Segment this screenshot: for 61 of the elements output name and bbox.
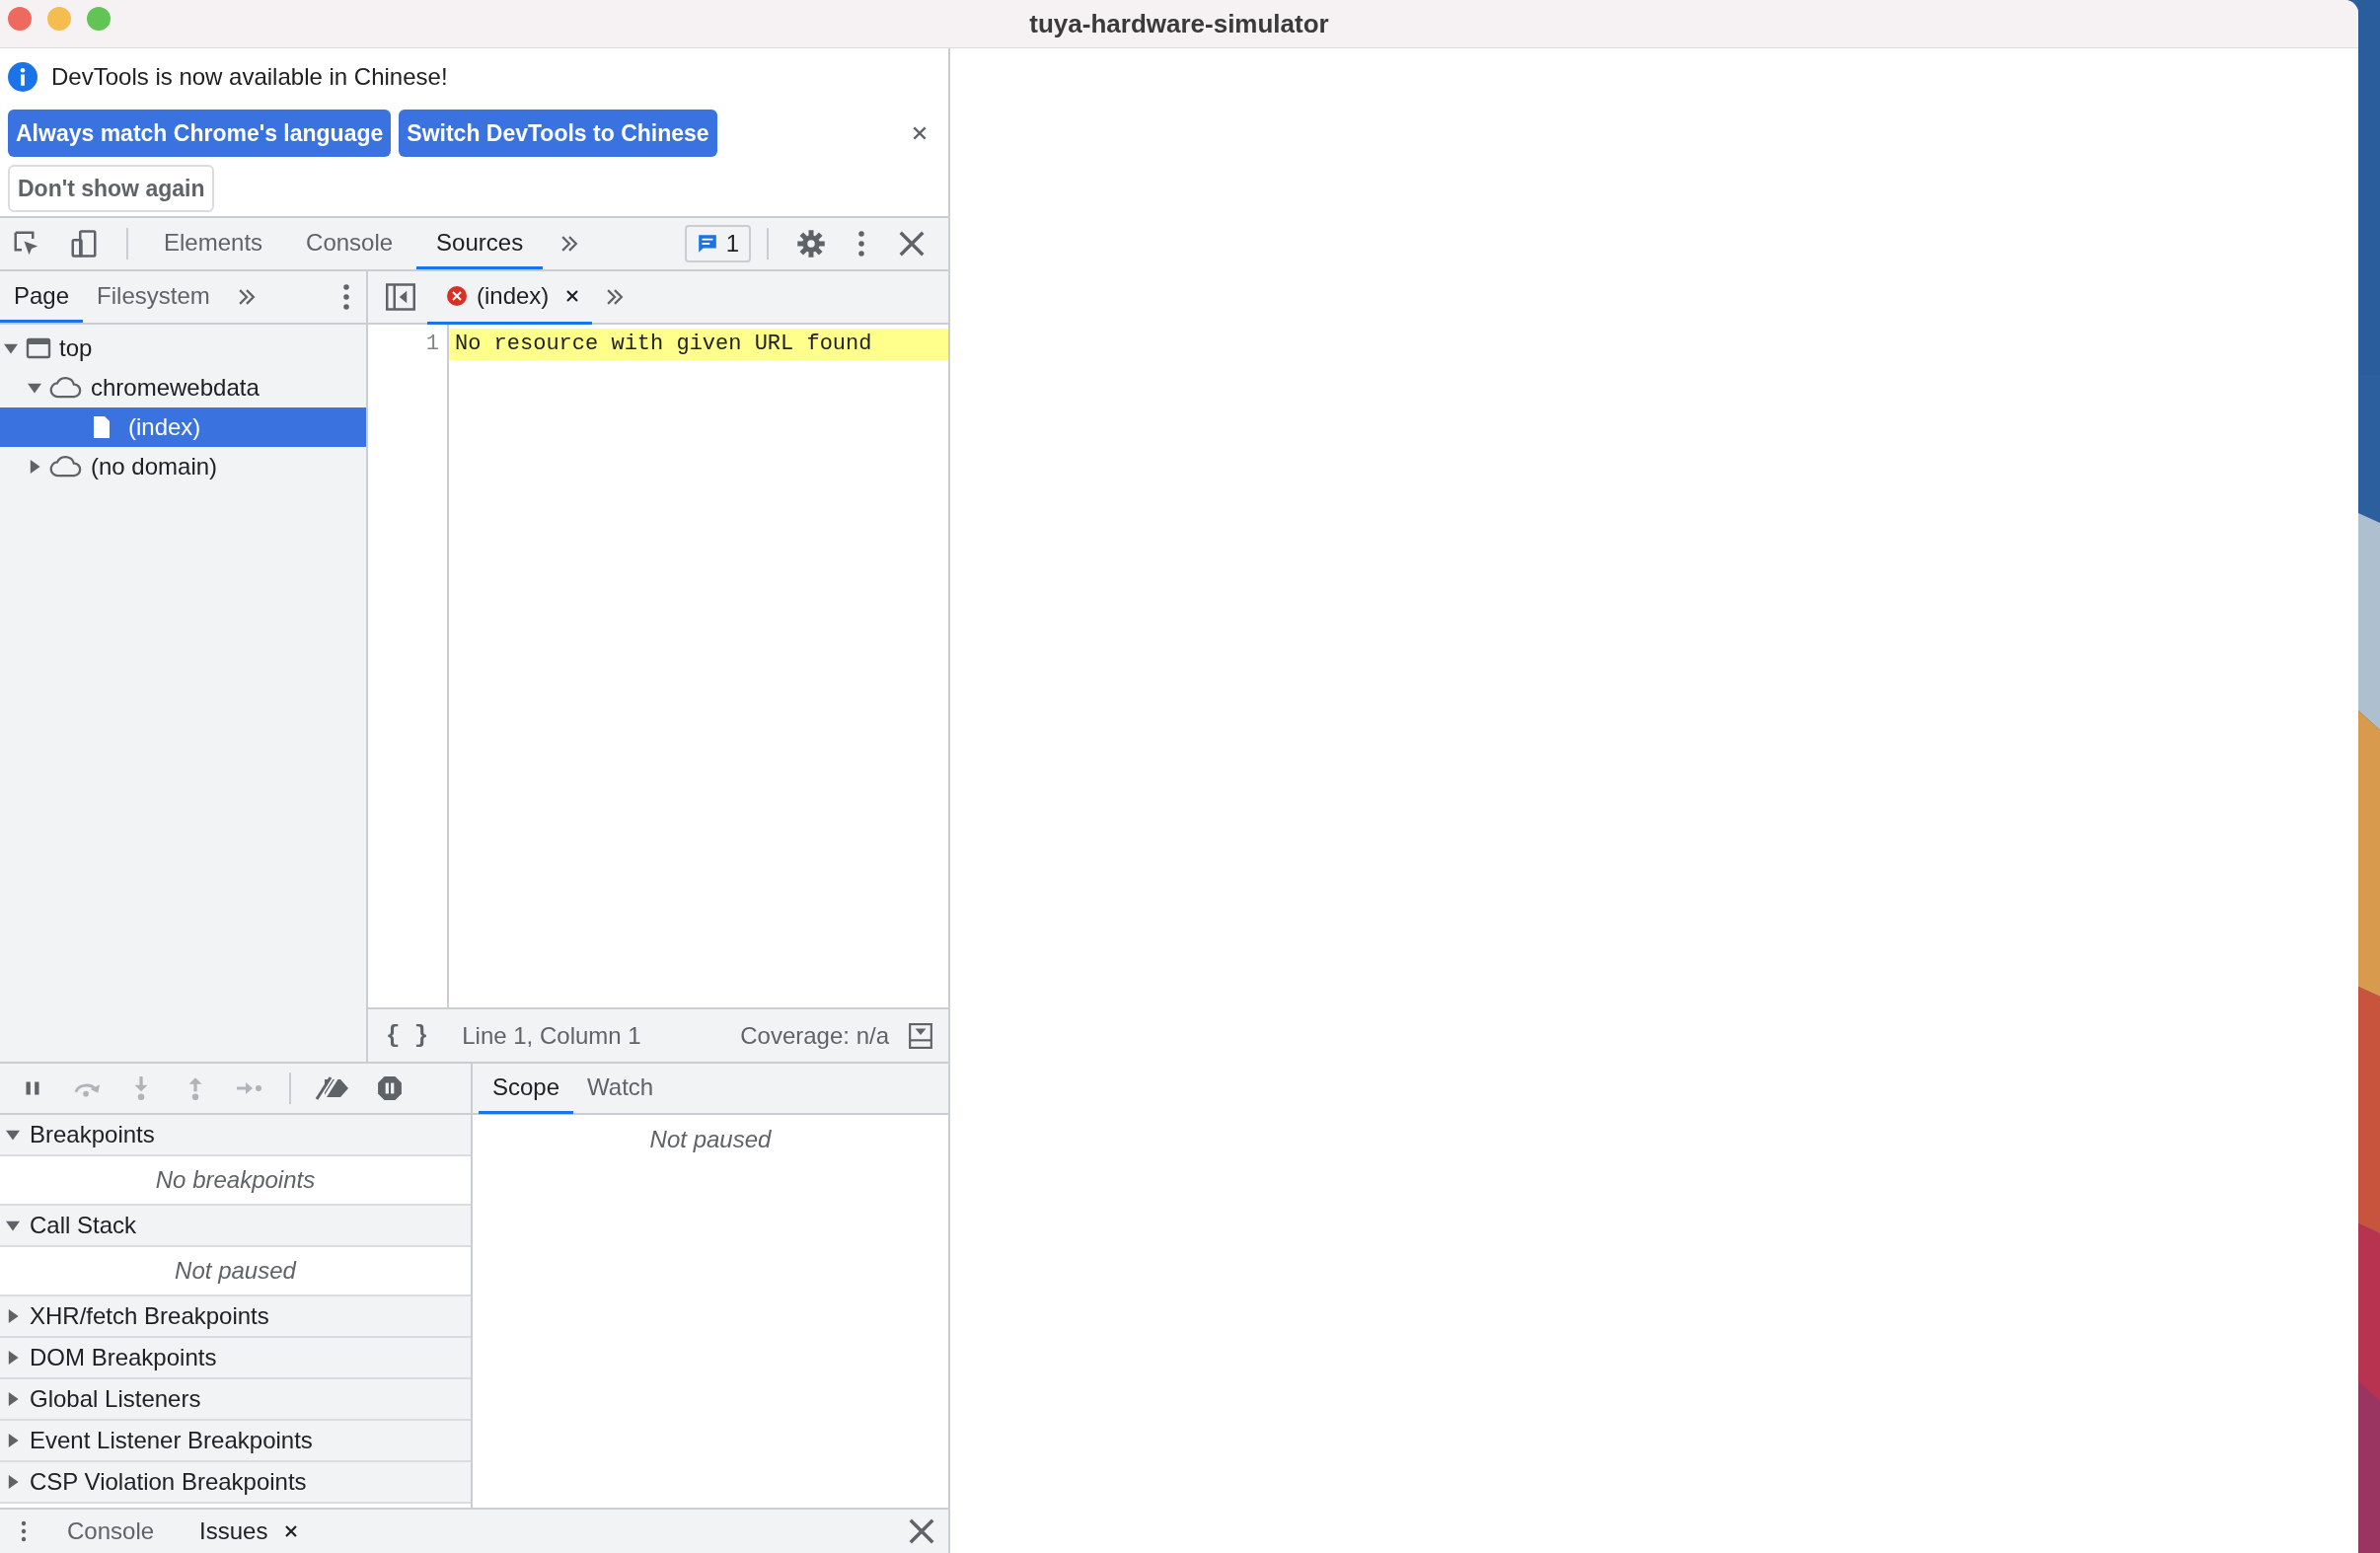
frame-icon: [26, 337, 51, 359]
drawer-tab[interactable]: Issues: [182, 1517, 318, 1545]
panel-tab[interactable]: Console: [286, 218, 413, 269]
empty-message: Not paused: [649, 1126, 772, 1153]
cloud-icon: [49, 455, 83, 479]
section-header[interactable]: DOM Breakpoints: [0, 1338, 471, 1379]
disclosure-triangle-icon[interactable]: [6, 1351, 20, 1365]
coverage-status: Coverage: n/a: [740, 1021, 889, 1050]
disclosure-triangle-icon[interactable]: [4, 341, 18, 355]
disclosure-triangle-icon[interactable]: [6, 1219, 20, 1232]
device-toolbar-icon[interactable]: [69, 229, 99, 259]
tree-item[interactable]: top: [0, 329, 366, 368]
empty-message: Not paused: [175, 1257, 296, 1285]
window-title: tuya-hardware-simulator: [1029, 8, 1329, 39]
close-icon[interactable]: [564, 287, 581, 304]
section-header[interactable]: Global Listeners: [0, 1379, 471, 1421]
infobar-button[interactable]: Always match Chrome's language: [8, 110, 392, 157]
section-header[interactable]: Breakpoints: [0, 1115, 471, 1156]
infobar-button[interactable]: Switch DevTools to Chinese: [399, 110, 717, 157]
cloud-icon: [49, 376, 83, 400]
settings-icon[interactable]: [796, 229, 826, 259]
drawer-tab[interactable]: Console: [49, 1517, 173, 1545]
disclosure-triangle-icon[interactable]: [6, 1475, 20, 1489]
navigator-tab[interactable]: Filesystem: [83, 271, 224, 323]
deactivate-breakpoints-icon[interactable]: [315, 1075, 350, 1101]
drawer-toggle-icon[interactable]: [909, 1022, 932, 1049]
info-icon: [8, 62, 37, 92]
more-options-icon[interactable]: [342, 282, 350, 312]
disclosure-triangle-icon[interactable]: [6, 1392, 20, 1406]
disclosure-triangle-icon[interactable]: [6, 1309, 20, 1323]
sidebar-tab[interactable]: Watch: [573, 1063, 668, 1114]
close-window-button[interactable]: [8, 7, 32, 31]
pause-on-exceptions-icon[interactable]: [375, 1075, 405, 1101]
section-header[interactable]: Event Listener Breakpoints: [0, 1421, 471, 1462]
line-number: 1: [425, 331, 439, 358]
tree-item[interactable]: chromewebdata: [0, 368, 366, 407]
drawer-menu-icon[interactable]: [20, 1519, 28, 1543]
dont-show-again-button[interactable]: Don't show again: [8, 165, 215, 212]
navigator-tab[interactable]: Page: [0, 271, 84, 323]
file-icon: [93, 414, 111, 440]
close-icon[interactable]: [283, 1523, 300, 1539]
disclosure-triangle-icon[interactable]: [6, 1128, 20, 1142]
panel-tab[interactable]: Elements: [144, 218, 283, 269]
close-icon[interactable]: [911, 124, 929, 142]
tree-item[interactable]: (no domain): [0, 447, 366, 486]
disclosure-triangle-icon[interactable]: [28, 460, 41, 474]
disclosure-triangle-icon[interactable]: [28, 381, 41, 395]
pretty-print-button[interactable]: { }: [378, 1022, 437, 1049]
message-icon: [696, 233, 718, 255]
section-header[interactable]: XHR/fetch Breakpoints: [0, 1296, 471, 1338]
empty-message: No breakpoints: [155, 1166, 316, 1194]
sidebar-toggle-icon[interactable]: [386, 283, 415, 311]
section-header[interactable]: Call Stack: [0, 1206, 471, 1247]
sidebar-tab[interactable]: Scope: [479, 1063, 574, 1114]
infobar-message: DevTools is now available in Chinese!: [51, 63, 448, 91]
issues-button[interactable]: 1: [684, 225, 751, 262]
section-header[interactable]: CSP Violation Breakpoints: [0, 1462, 471, 1504]
cursor-position: Line 1, Column 1: [462, 1021, 641, 1050]
more-options-icon[interactable]: [857, 229, 865, 259]
disclosure-triangle-icon[interactable]: [6, 1434, 20, 1447]
tree-item[interactable]: (index): [0, 407, 366, 447]
